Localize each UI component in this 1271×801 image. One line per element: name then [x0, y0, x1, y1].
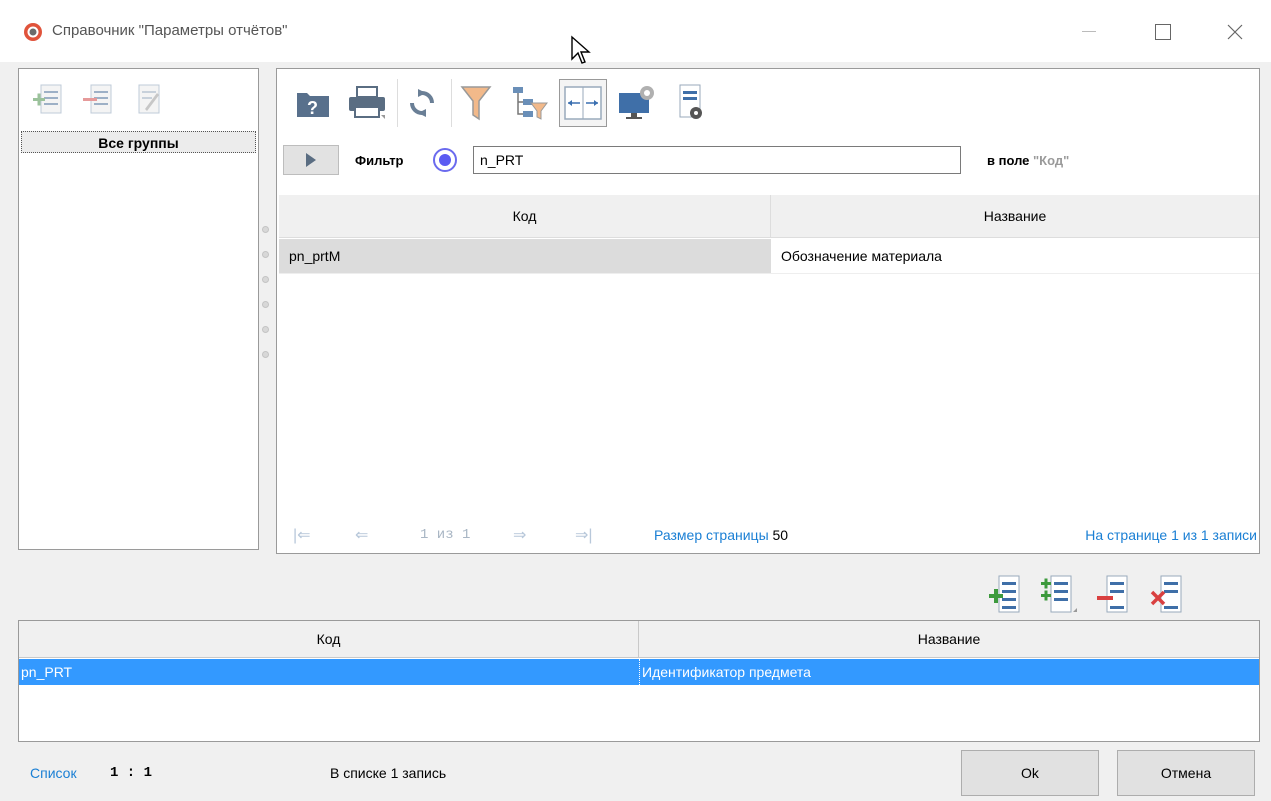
- filter-row: Фильтр в поле "Код": [281, 141, 1251, 175]
- add-group-icon[interactable]: [31, 81, 67, 117]
- results-table-header: Код Название: [279, 195, 1259, 238]
- remove-from-list-button[interactable]: [1093, 570, 1133, 618]
- mouse-cursor-icon: [571, 35, 591, 64]
- next-page-icon[interactable]: ⇒: [513, 525, 526, 545]
- radio-dot: [439, 154, 451, 166]
- add-item-icon: [989, 575, 1020, 613]
- all-groups-item[interactable]: Все группы: [21, 131, 256, 153]
- records-panel: ? Фильтр n_PRT в поле "Код" Код Название…: [276, 68, 1260, 554]
- column-header-code[interactable]: Код: [279, 195, 771, 237]
- in-field-name[interactable]: "Код": [1033, 153, 1069, 168]
- cell-code: pn_prtM: [279, 239, 771, 273]
- document-settings-button[interactable]: [667, 79, 715, 127]
- splitter-dot: [262, 226, 269, 233]
- column-header-name[interactable]: Название: [771, 195, 1259, 237]
- funnel-icon: [459, 86, 492, 121]
- close-button[interactable]: [1212, 14, 1258, 50]
- minimize-icon: [1082, 31, 1096, 32]
- dialog-window: Справочник "Параметры отчётов" Все групп…: [0, 0, 1271, 801]
- filter-label: Фильтр: [355, 153, 404, 168]
- pager: |⇐ ⇐ 1 из 1 ⇒ ⇒| Размер страницы 50 На с…: [277, 521, 1261, 549]
- minimize-button[interactable]: [1066, 14, 1112, 50]
- add-multiple-icon: [1041, 575, 1077, 613]
- filter-button[interactable]: [451, 79, 499, 127]
- fit-columns-button[interactable]: [559, 79, 607, 127]
- filter-radio[interactable]: [433, 148, 457, 172]
- app-icon: [24, 23, 42, 41]
- page-indicator: 1 из 1: [420, 527, 471, 543]
- selected-table-header: Код Название: [19, 621, 1259, 658]
- cancel-button[interactable]: Отмена: [1117, 750, 1255, 796]
- column-header-code[interactable]: Код: [19, 621, 639, 657]
- filter-field-indicator: в поле "Код": [987, 153, 1069, 168]
- splitter-dot: [262, 326, 269, 333]
- table-row[interactable]: pn_prtM Обозначение материала: [279, 239, 1259, 274]
- maximize-icon: [1155, 24, 1171, 40]
- selected-table: Код Название pn_PRT Идентификатор предме…: [18, 620, 1260, 742]
- monitor-settings-icon: [619, 86, 654, 119]
- add-multiple-button[interactable]: [1039, 570, 1079, 618]
- in-field-prefix: в поле: [987, 153, 1030, 168]
- list-ratio: 1 : 1: [110, 765, 153, 781]
- list-count: В списке 1 запись: [330, 765, 447, 781]
- close-icon: [1227, 24, 1243, 40]
- play-icon: [306, 153, 316, 167]
- tree-filter-icon: [513, 87, 548, 120]
- records-toolbar: ?: [289, 75, 721, 131]
- table-row[interactable]: pn_PRT Идентификатор предмета: [19, 659, 1259, 685]
- prev-page-icon[interactable]: ⇐: [355, 525, 368, 545]
- splitter-dot: [262, 276, 269, 283]
- groups-toolbar: [31, 81, 167, 117]
- column-header-name[interactable]: Название: [639, 621, 1259, 657]
- add-to-list-button[interactable]: [985, 570, 1025, 618]
- svg-text:?: ?: [307, 98, 318, 118]
- groups-panel: Все группы: [18, 68, 259, 550]
- column-width-icon: [564, 86, 602, 120]
- page-size-value: 50: [772, 527, 789, 543]
- window-title: Справочник "Параметры отчётов": [52, 22, 288, 39]
- list-link[interactable]: Список: [30, 765, 77, 781]
- apply-filter-button[interactable]: [283, 145, 339, 175]
- maximize-button[interactable]: [1140, 14, 1186, 50]
- panel-splitter[interactable]: [262, 226, 270, 376]
- page-size-label: Размер страницы: [654, 527, 769, 543]
- page-info: На странице 1 из 1 записи: [1085, 527, 1257, 543]
- cell-name: Обозначение материала: [781, 248, 942, 264]
- refresh-icon: [409, 89, 434, 117]
- printer-icon: [349, 86, 385, 119]
- edit-group-icon[interactable]: [131, 81, 167, 117]
- filter-input[interactable]: [473, 146, 961, 174]
- help-button[interactable]: ?: [289, 79, 337, 127]
- page-size[interactable]: Размер страницы 50: [654, 527, 788, 543]
- document-gear-icon: [679, 84, 702, 119]
- splitter-dot: [262, 351, 269, 358]
- remove-item-icon: [1097, 575, 1128, 613]
- title-bar: Справочник "Параметры отчётов": [0, 0, 1271, 64]
- cell-name: Идентификатор предмета: [639, 659, 811, 685]
- print-button[interactable]: [343, 79, 391, 127]
- splitter-dot: [262, 301, 269, 308]
- clear-list-button[interactable]: [1147, 570, 1187, 618]
- remove-group-icon[interactable]: [81, 81, 117, 117]
- refresh-button[interactable]: [397, 79, 445, 127]
- display-settings-button[interactable]: [613, 79, 661, 127]
- tree-filter-button[interactable]: [505, 79, 553, 127]
- last-page-icon[interactable]: ⇒|: [575, 525, 593, 545]
- first-page-icon[interactable]: |⇐: [293, 525, 311, 545]
- selection-toolbar: [985, 570, 1187, 618]
- cell-code: pn_PRT: [21, 664, 73, 680]
- delete-list-icon: [1150, 575, 1182, 613]
- help-icon: ?: [297, 93, 329, 118]
- ok-button[interactable]: Ok: [961, 750, 1099, 796]
- splitter-dot: [262, 251, 269, 258]
